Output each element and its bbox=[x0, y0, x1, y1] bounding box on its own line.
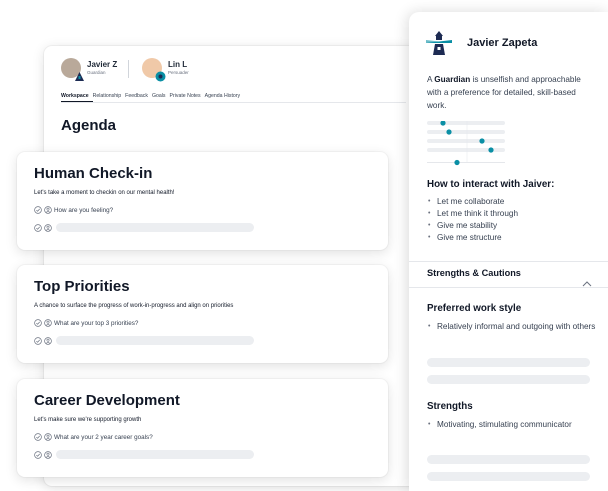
interact-heading: How to interact with Jaiver: bbox=[427, 179, 555, 190]
personality-type: Guardian bbox=[434, 75, 471, 84]
guardian-badge-icon bbox=[74, 71, 85, 82]
preferred-style-heading: Preferred work style bbox=[427, 303, 522, 314]
user-javier[interactable]: Javier Z Guardian bbox=[61, 58, 118, 81]
list-item: Let me collaborate bbox=[427, 196, 518, 208]
skeleton-line bbox=[427, 472, 590, 481]
tab-divider bbox=[61, 102, 406, 103]
check-circle-icon[interactable] bbox=[34, 336, 42, 345]
question-row[interactable]: What are your 2 year career goals? bbox=[34, 433, 153, 441]
check-circle-icon[interactable] bbox=[34, 319, 42, 327]
user-role: Guardian bbox=[87, 70, 106, 75]
card-subtitle: A chance to surface the progress of work… bbox=[34, 303, 234, 309]
user-name: Lin L bbox=[168, 60, 188, 69]
list-item: Motivating, stimulating communicator bbox=[427, 419, 577, 431]
answer-input[interactable] bbox=[56, 336, 254, 345]
person-circle-icon bbox=[44, 450, 52, 459]
user-divider bbox=[128, 60, 129, 78]
strengths-list: Motivating, stimulating communicator bbox=[427, 419, 577, 431]
strengths-heading: Strengths bbox=[427, 401, 473, 412]
tab-private-notes[interactable]: Private Notes bbox=[170, 93, 201, 99]
section-divider bbox=[409, 261, 608, 262]
list-item: Relatively informal and outgoing with ot… bbox=[427, 321, 597, 333]
card-title: Career Development bbox=[34, 392, 180, 409]
check-circle-icon[interactable] bbox=[34, 450, 42, 459]
preferred-list: Relatively informal and outgoing with ot… bbox=[427, 321, 597, 333]
check-circle-icon[interactable] bbox=[34, 223, 42, 232]
tab-bar: Workspace Relationship Feedback Goals Pr… bbox=[61, 93, 240, 99]
tab-agenda-history[interactable]: Agenda History bbox=[205, 93, 240, 99]
avatar bbox=[61, 58, 84, 81]
check-circle-icon[interactable] bbox=[34, 206, 42, 214]
skeleton-line bbox=[427, 455, 590, 464]
question-row[interactable]: What are your top 3 priorities? bbox=[34, 319, 138, 327]
person-circle-icon bbox=[44, 319, 52, 327]
question-row[interactable]: How are you feeling? bbox=[34, 206, 113, 214]
tab-goals[interactable]: Goals bbox=[152, 93, 166, 99]
skeleton-line bbox=[427, 375, 590, 384]
question-text: How are you feeling? bbox=[54, 206, 114, 214]
strengths-cautions-toggle[interactable]: Strengths & Cautions bbox=[427, 268, 521, 278]
card-subtitle: Let's take a moment to checkin on our me… bbox=[34, 190, 175, 196]
answer-input[interactable] bbox=[56, 450, 254, 459]
person-circle-icon bbox=[44, 336, 52, 345]
tab-workspace[interactable]: Workspace bbox=[61, 93, 89, 99]
card-title: Top Priorities bbox=[34, 278, 130, 295]
agenda-card-top-priorities[interactable]: Top Priorities A chance to surface the p… bbox=[17, 265, 388, 363]
tab-relationship[interactable]: Relationship bbox=[93, 93, 122, 99]
card-subtitle: Let's make sure we're supporting growth bbox=[34, 417, 142, 423]
section-divider bbox=[409, 287, 608, 288]
question-text: What are your 2 year career goals? bbox=[54, 433, 153, 441]
agenda-card-human-check-in[interactable]: Human Check-in Let's take a moment to ch… bbox=[17, 152, 388, 250]
trait-sliders bbox=[427, 121, 505, 166]
persuader-badge-icon bbox=[155, 71, 166, 82]
person-circle-icon bbox=[44, 206, 52, 214]
answer-row[interactable] bbox=[34, 450, 254, 459]
answer-input[interactable] bbox=[56, 223, 254, 232]
card-title: Human Check-in bbox=[34, 165, 153, 182]
agenda-card-career-development[interactable]: Career Development Let's make sure we're… bbox=[17, 379, 388, 477]
question-text: What are your top 3 priorities? bbox=[54, 319, 139, 327]
lighthouse-logo-icon bbox=[426, 31, 452, 55]
person-circle-icon bbox=[44, 223, 52, 232]
list-item: Give me structure bbox=[427, 232, 518, 244]
tab-feedback[interactable]: Feedback bbox=[125, 93, 148, 99]
answer-row[interactable] bbox=[34, 223, 254, 232]
profile-panel: Javier Zapeta A Guardian is unselfish an… bbox=[409, 12, 608, 491]
profile-name: Javier Zapeta bbox=[467, 37, 538, 49]
interact-list: Let me collaborate Let me think it throu… bbox=[427, 196, 518, 244]
user-role: Persuader bbox=[168, 70, 189, 75]
list-item: Let me think it through bbox=[427, 208, 518, 220]
check-circle-icon[interactable] bbox=[34, 433, 42, 441]
page-title: Agenda bbox=[61, 117, 117, 134]
profile-description: A Guardian is unselfish and approachable… bbox=[427, 73, 595, 112]
skeleton-line bbox=[427, 358, 590, 367]
list-item: Give me stability bbox=[427, 220, 518, 232]
answer-row[interactable] bbox=[34, 336, 254, 345]
avatar bbox=[142, 58, 166, 82]
user-name: Javier Z bbox=[87, 60, 118, 69]
user-lin[interactable]: Lin L Persuader bbox=[142, 58, 189, 82]
person-circle-icon bbox=[44, 433, 52, 441]
